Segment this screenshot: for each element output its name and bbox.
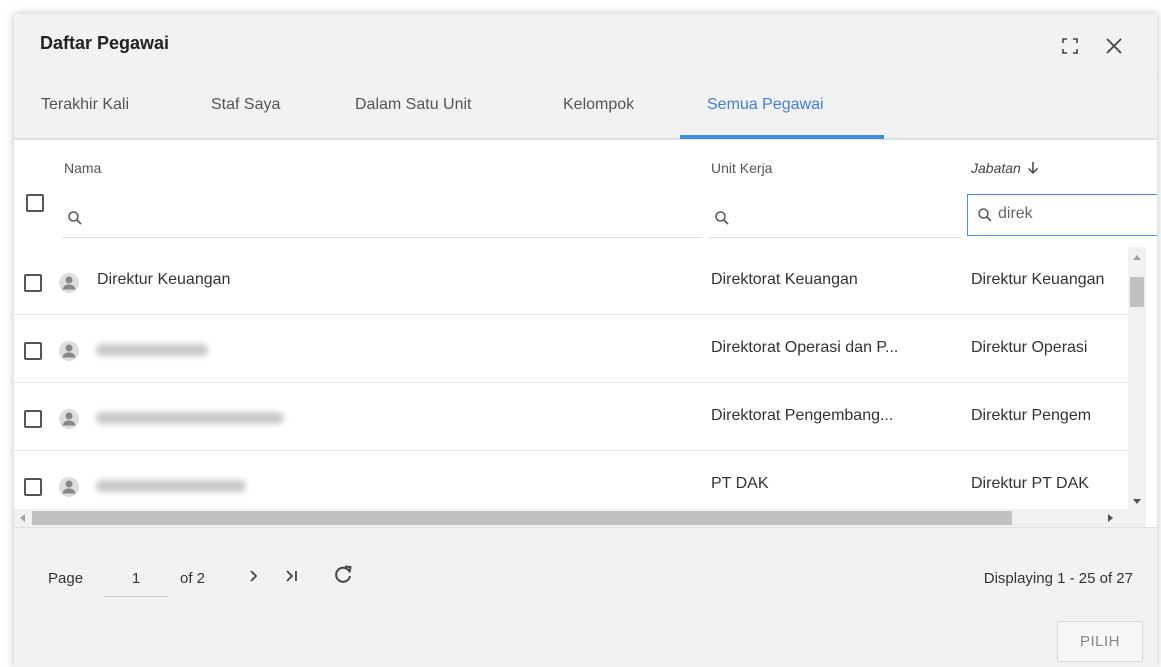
scroll-up-arrow-icon[interactable] [1133, 255, 1141, 260]
search-icon [978, 208, 992, 222]
jabatan-filter-field[interactable] [967, 194, 1157, 236]
page-number-input[interactable] [104, 561, 168, 597]
table-row[interactable]: Direktorat Operasi dan P... Direktur Ope… [14, 315, 1128, 383]
page: Daftar Pegawai Terakhir Kali Staf Saya D… [0, 0, 1161, 667]
sort-descending-icon [1027, 162, 1038, 175]
column-header-nama[interactable]: Nama [64, 160, 101, 176]
avatar-icon [59, 409, 79, 429]
pilih-button[interactable]: PILIH [1057, 621, 1143, 662]
row-checkbox[interactable] [24, 274, 42, 292]
avatar-icon [59, 341, 79, 361]
table-row[interactable]: PT DAK Direktur PT DAK [14, 451, 1128, 509]
page-count-label: of 2 [180, 570, 206, 587]
scroll-right-arrow-icon[interactable] [1108, 514, 1113, 522]
dialog-titlebar: Daftar Pegawai [14, 14, 1157, 74]
tab-staf-saya[interactable]: Staf Saya [211, 96, 280, 114]
maximize-icon[interactable] [1061, 37, 1079, 55]
grid-header: Nama Unit Kerja Jabatan [14, 140, 1157, 247]
row-unit-kerja: Direktorat Pengembang... [711, 407, 894, 424]
close-icon[interactable] [1104, 36, 1124, 56]
row-checkbox[interactable] [24, 410, 42, 428]
page-label: Page [48, 570, 84, 587]
column-header-jabatan[interactable]: Jabatan [971, 160, 1039, 176]
row-jabatan: Direktur Keuangan [971, 271, 1105, 288]
employee-dialog: Daftar Pegawai Terakhir Kali Staf Saya D… [14, 14, 1157, 667]
redacted-name [96, 344, 208, 356]
nama-filter-field[interactable] [62, 198, 702, 238]
search-icon [715, 211, 729, 225]
refresh-icon[interactable] [332, 564, 354, 586]
search-icon [68, 211, 82, 225]
tab-kelompok[interactable]: Kelompok [563, 96, 634, 114]
vertical-scroll-thumb[interactable] [1130, 277, 1144, 307]
column-header-jabatan-label: Jabatan [971, 160, 1021, 176]
row-jabatan: Direktur PT DAK [971, 475, 1089, 492]
avatar-icon [59, 273, 79, 293]
next-page-icon[interactable] [244, 566, 264, 586]
vertical-scrollbar[interactable] [1128, 247, 1146, 509]
tab-semua-pegawai[interactable]: Semua Pegawai [707, 96, 824, 114]
horizontal-scrollbar[interactable] [14, 509, 1146, 527]
unit-kerja-filter-field[interactable] [709, 198, 961, 238]
grid-body: Direktur Keuangan Direktorat Keuangan Di… [14, 247, 1128, 509]
row-checkbox[interactable] [24, 342, 42, 360]
row-checkbox[interactable] [24, 478, 42, 496]
active-tab-indicator [680, 135, 884, 139]
table-row[interactable]: Direktorat Pengembang... Direktur Pengem [14, 383, 1128, 451]
table-row[interactable]: Direktur Keuangan Direktorat Keuangan Di… [14, 247, 1128, 315]
select-all-checkbox[interactable] [26, 194, 44, 212]
tab-dalam-satu-unit[interactable]: Dalam Satu Unit [355, 96, 472, 114]
row-unit-kerja: Direktorat Operasi dan P... [711, 339, 899, 356]
column-header-unit-kerja[interactable]: Unit Kerja [711, 160, 772, 176]
row-jabatan: Direktur Pengem [971, 407, 1092, 424]
scroll-left-arrow-icon[interactable] [20, 514, 25, 522]
row-unit-kerja: PT DAK [711, 475, 769, 492]
tab-bar: Terakhir Kali Staf Saya Dalam Satu Unit … [14, 74, 1157, 139]
tab-terakhir-kali[interactable]: Terakhir Kali [41, 96, 129, 114]
paging-toolbar: Page of 2 Displaying 1 - 25 of 27 PILIH [14, 527, 1157, 667]
redacted-name [96, 412, 284, 424]
last-page-icon[interactable] [282, 566, 302, 586]
horizontal-scroll-thumb[interactable] [32, 511, 1012, 525]
avatar-icon [59, 477, 79, 497]
row-name: Direktur Keuangan [97, 271, 231, 288]
row-jabatan: Direktur Operasi [971, 339, 1088, 356]
redacted-name [96, 480, 246, 492]
displaying-info: Displaying 1 - 25 of 27 [983, 570, 1133, 587]
jabatan-filter-input[interactable] [998, 205, 1128, 223]
dialog-title: Daftar Pegawai [40, 33, 170, 53]
row-unit-kerja: Direktorat Keuangan [711, 271, 858, 288]
scroll-down-arrow-icon[interactable] [1133, 499, 1141, 504]
